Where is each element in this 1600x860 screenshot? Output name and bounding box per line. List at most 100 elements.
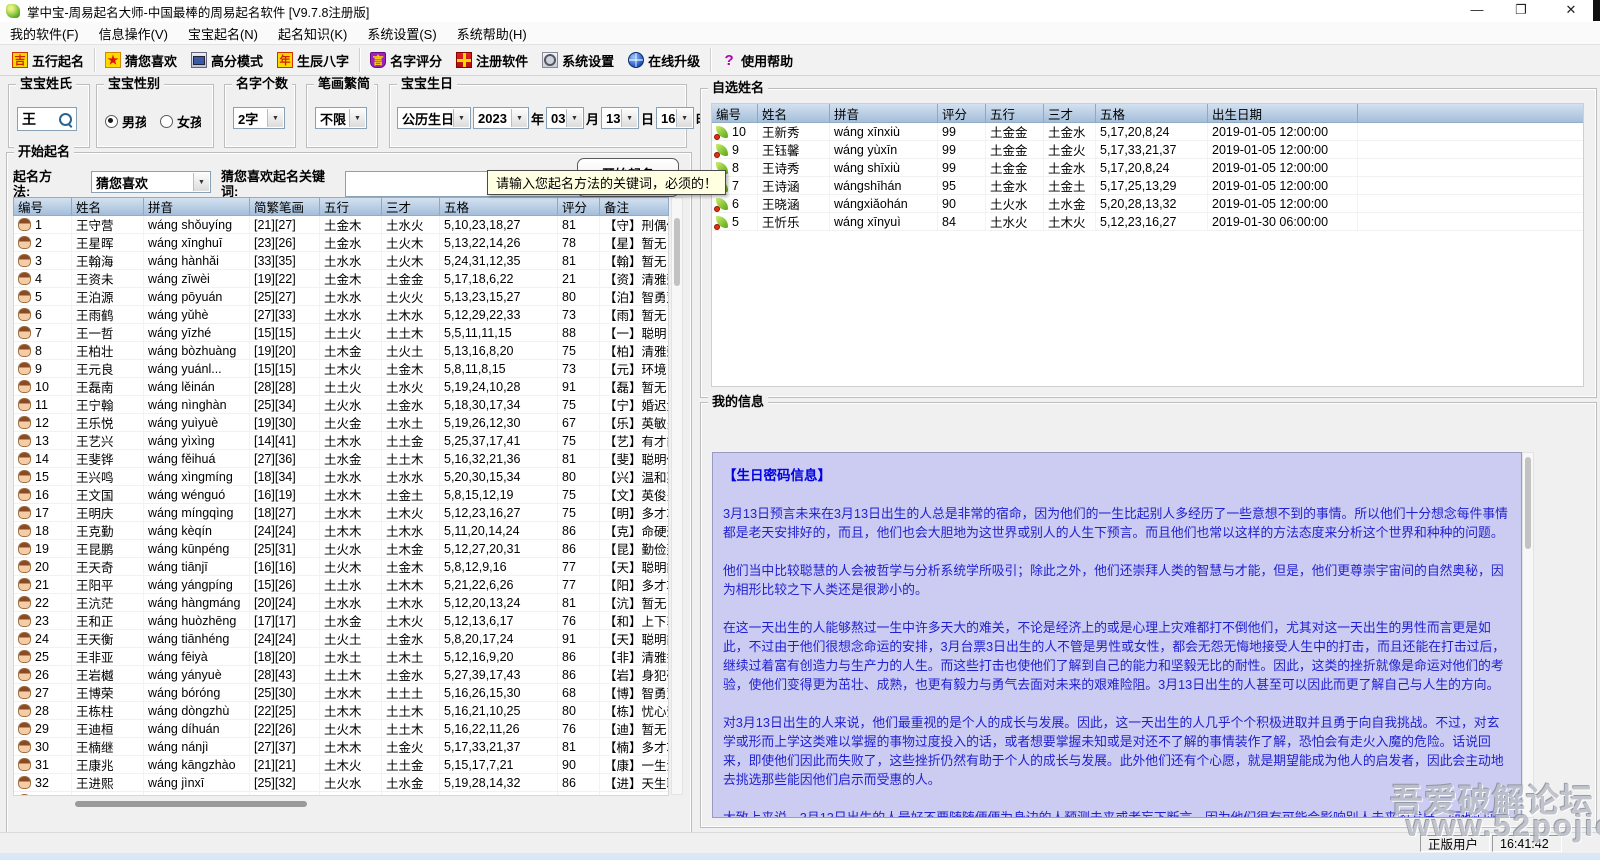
selected-name-row[interactable]: 8 王诗秀 wáng shīxiù 99 土金金 土金水 5,17,20,8,2…	[712, 159, 1583, 177]
candidate-table-hscrollbar[interactable]	[13, 798, 669, 810]
candidate-row[interactable]: 20 王天奇 wáng tiānjī [16][16] 土火木 土金木 5,8,…	[14, 558, 668, 576]
candidate-row[interactable]: 6 王雨鹤 wáng yǔhè [27][33] 土水水 土木水 5,12,29…	[14, 306, 668, 324]
candidate-row[interactable]: 3 王翰海 wáng hànhǎi [33][35] 土水水 土火木 5,24,…	[14, 252, 668, 270]
candidate-row[interactable]: 7 王一哲 wáng yīzhé [15][15] 土土火 土土木 5,5,11…	[14, 324, 668, 342]
menu-my-software[interactable]: 我的软件(F)	[0, 24, 89, 43]
vscrollbar-thumb[interactable]	[1525, 457, 1531, 549]
column-header[interactable]: 姓名	[758, 104, 830, 122]
column-header[interactable]: 五行	[320, 198, 382, 215]
candidate-row[interactable]: 19 王昆鹏 wáng kūnpéng [25][31] 土火水 土木金 5,1…	[14, 540, 668, 558]
hscrollbar-thumb[interactable]	[75, 801, 307, 807]
vscrollbar-thumb[interactable]	[674, 218, 680, 286]
column-header[interactable]: 三才	[1044, 104, 1096, 122]
hour-select[interactable]: 16 ▼	[656, 107, 694, 129]
column-header[interactable]: 编号	[712, 104, 758, 122]
naming-method-select[interactable]: 猜您喜欢 ▼	[91, 171, 211, 193]
online-upgrade-button[interactable]: 在线升级	[621, 48, 707, 73]
high-score-mode-button[interactable]: 高分模式	[184, 48, 270, 73]
search-icon[interactable]	[59, 113, 72, 126]
candidate-row[interactable]: 1 王守营 wáng shǒuyíng [21][27] 土金木 土水火 5,1…	[14, 216, 668, 234]
selected-name-row[interactable]: 5 王忻乐 wáng xīnyuì 84 土水火 土木火 5,12,23,16,…	[712, 213, 1583, 231]
register-software-button[interactable]: 注册软件	[449, 48, 535, 73]
candidate-row[interactable]: 29 王迪桓 wáng díhuán [22][26] 土火木 土土木 5,16…	[14, 720, 668, 738]
guess-you-like-button[interactable]: 猜您喜欢	[98, 48, 184, 73]
candidate-row[interactable]: 28 王栋柱 wáng dòngzhù [22][25] 土木木 土土木 5,1…	[14, 702, 668, 720]
candidate-row[interactable]: 10 王磊南 wáng lěinán [28][28] 土土火 土水火 5,19…	[14, 378, 668, 396]
info-paragraph: 3月13日预言未来在3月13日出生的人总是非常的宿命，因为他们的一生比起别人多经…	[723, 504, 1511, 542]
candidate-row[interactable]: 30 王楠继 wáng nánjì [27][37] 土木木 土金火 5,17,…	[14, 738, 668, 756]
gender-radio-boy[interactable]: 男孩	[105, 112, 146, 131]
system-settings-button[interactable]: 系统设置	[535, 48, 621, 73]
column-header[interactable]: 备注	[600, 198, 668, 215]
name-count-select[interactable]: 2字 ▼	[233, 107, 285, 129]
close-button[interactable]: ✕	[1554, 0, 1588, 21]
candidate-row[interactable]: 33 王曜维 wáng yàowéi [33][36] 土火土 土木木 5,22…	[14, 792, 668, 796]
day-select[interactable]: 13 ▼	[601, 107, 639, 129]
name-score-button[interactable]: 名字评分	[363, 48, 449, 73]
column-header[interactable]: 评分	[558, 198, 600, 215]
menu-baby-naming[interactable]: 宝宝起名(N)	[178, 24, 268, 43]
selected-name-row[interactable]: 7 王诗涵 wángshīhán 95 土金水 土金土 5,17,25,13,2…	[712, 177, 1583, 195]
candidate-row[interactable]: 26 王岩樾 wáng yányuè [28][43] 土土木 土金水 5,27…	[14, 666, 668, 684]
candidate-row[interactable]: 27 王博荣 wáng bóróng [25][30] 土水木 土土土 5,16…	[14, 684, 668, 702]
column-header[interactable]: 拼音	[830, 104, 938, 122]
candidate-row[interactable]: 9 王元良 wáng yuánl... [15][15] 土木火 土金木 5,8…	[14, 360, 668, 378]
gender-radio-girl[interactable]: 女孩	[160, 112, 201, 131]
birth-chart-button[interactable]: 生辰八字	[270, 48, 356, 73]
five-elements-naming-button[interactable]: 五行起名	[5, 48, 91, 73]
candidate-row[interactable]: 23 王和正 wáng huòzhēng [17][17] 土水金 土木火 5,…	[14, 612, 668, 630]
selected-name-row[interactable]: 9 王钰馨 wáng yùxīn 99 土金金 土金火 5,17,33,21,3…	[712, 141, 1583, 159]
candidate-row[interactable]: 12 王乐悦 wáng yuìyuè [19][30] 土火金 土水土 5,19…	[14, 414, 668, 432]
candidate-row[interactable]: 22 王沆茫 wáng hàngmáng [20][24] 土水水 土木水 5,…	[14, 594, 668, 612]
menu-naming-knowledge[interactable]: 起名知识(K)	[268, 24, 357, 43]
candidate-row[interactable]: 2 王星晖 wáng xīnghuī [23][26] 土金水 土火木 5,13…	[14, 234, 668, 252]
column-header[interactable]: 评分	[938, 104, 986, 122]
app-window: 掌中宝-周易起名大师-中国最棒的周易起名软件 [V9.7.8注册版] — ❐ ✕…	[0, 0, 1600, 860]
candidate-row[interactable]: 24 王天衡 wáng tiānhéng [24][24] 土火土 土金水 5,…	[14, 630, 668, 648]
candidate-row[interactable]: 21 王阳平 wáng yángpíng [15][26] 土土水 土木木 5,…	[14, 576, 668, 594]
birthday-code-text[interactable]: 【生日密码信息】 3月13日预言未来在3月13日出生的人总是非常的宿命，因为他们…	[712, 452, 1522, 818]
strokes-group: 笔画繁简 不限 ▼	[306, 84, 378, 148]
candidate-row[interactable]: 17 王明庆 wáng míngqìng [18][27] 土水木 土木火 5,…	[14, 504, 668, 522]
column-header[interactable]: 简繁笔画	[250, 198, 320, 215]
selected-name-row[interactable]: 6 王晓涵 wángxiǎohán 90 土火水 土水金 5,20,28,13,…	[712, 195, 1583, 213]
minimize-button[interactable]: —	[1460, 0, 1494, 21]
strokes-select[interactable]: 不限 ▼	[315, 107, 367, 129]
year-select[interactable]: 2023 ▼	[473, 107, 529, 129]
candidate-table-vscrollbar[interactable]	[671, 197, 683, 795]
menu-info-ops[interactable]: 信息操作(V)	[89, 24, 178, 43]
column-header[interactable]: 拼音	[144, 198, 250, 215]
column-header[interactable]: 出生日期	[1208, 104, 1358, 122]
column-header[interactable]: 五行	[986, 104, 1044, 122]
candidate-row[interactable]: 8 王柏壮 wáng bòzhuàng [19][20] 土木金 土火土 5,1…	[14, 342, 668, 360]
candidate-row[interactable]: 25 王非亚 wáng fēiyà [18][20] 土水土 土木土 5,12,…	[14, 648, 668, 666]
chevron-down-icon: ▼	[453, 109, 469, 127]
column-header[interactable]: 姓名	[72, 198, 144, 215]
candidate-row[interactable]: 32 王进熙 wáng jìnxī [25][32] 土火水 土水金 5,19,…	[14, 774, 668, 792]
candidate-row[interactable]: 11 王宁翰 wáng nìnghàn [25][34] 土火水 土金水 5,1…	[14, 396, 668, 414]
candidate-row[interactable]: 4 王资未 wáng zīwèi [19][22] 土金木 土金金 5,17,1…	[14, 270, 668, 288]
month-select[interactable]: 03 ▼	[546, 107, 584, 129]
selected-name-row[interactable]: 10 王新秀 wáng xīnxiù 99 土金金 土金水 5,17,20,8,…	[712, 123, 1583, 141]
candidate-row[interactable]: 14 王斐铧 wáng fěihuá [27][36] 土水金 土土木 5,16…	[14, 450, 668, 468]
candidate-row[interactable]: 15 王兴鸣 wáng xìngmíng [18][34] 土水水 土水水 5,…	[14, 468, 668, 486]
candidate-row[interactable]: 16 王文国 wáng wénguó [16][19] 土水木 土金土 5,8,…	[14, 486, 668, 504]
column-header[interactable]: 五格	[1096, 104, 1208, 122]
candidate-row[interactable]: 31 王康兆 wáng kāngzhào [21][21] 土木火 土土金 5,…	[14, 756, 668, 774]
candidate-row[interactable]: 13 王艺兴 wáng yìxìng [14][41] 土木水 土土金 5,25…	[14, 432, 668, 450]
chevron-down-icon: ▼	[349, 109, 365, 127]
help-button[interactable]: 使用帮助	[714, 48, 800, 73]
column-header[interactable]: 三才	[382, 198, 440, 215]
column-header[interactable]: 五格	[440, 198, 558, 215]
surname-input[interactable]: 王	[17, 107, 77, 131]
restore-button[interactable]: ❐	[1504, 0, 1538, 21]
candidate-row[interactable]: 18 王克勤 wáng kèqín [24][24] 土木木 土木水 5,11,…	[14, 522, 668, 540]
baby-avatar-icon	[18, 344, 31, 357]
candidate-row[interactable]: 5 王泊源 wáng pōyuán [25][27] 土水水 土火火 5,13,…	[14, 288, 668, 306]
candidate-table-header: 编号 姓名 拼音 简繁笔画 五行 三才 五格 评分 备注	[13, 197, 669, 216]
menu-system-settings[interactable]: 系统设置(S)	[357, 24, 446, 43]
column-header[interactable]: 编号	[14, 198, 72, 215]
menu-system-help[interactable]: 系统帮助(H)	[447, 24, 537, 43]
calendar-type-select[interactable]: 公历生日 ▼	[397, 107, 471, 129]
info-vscrollbar[interactable]	[1522, 452, 1534, 818]
